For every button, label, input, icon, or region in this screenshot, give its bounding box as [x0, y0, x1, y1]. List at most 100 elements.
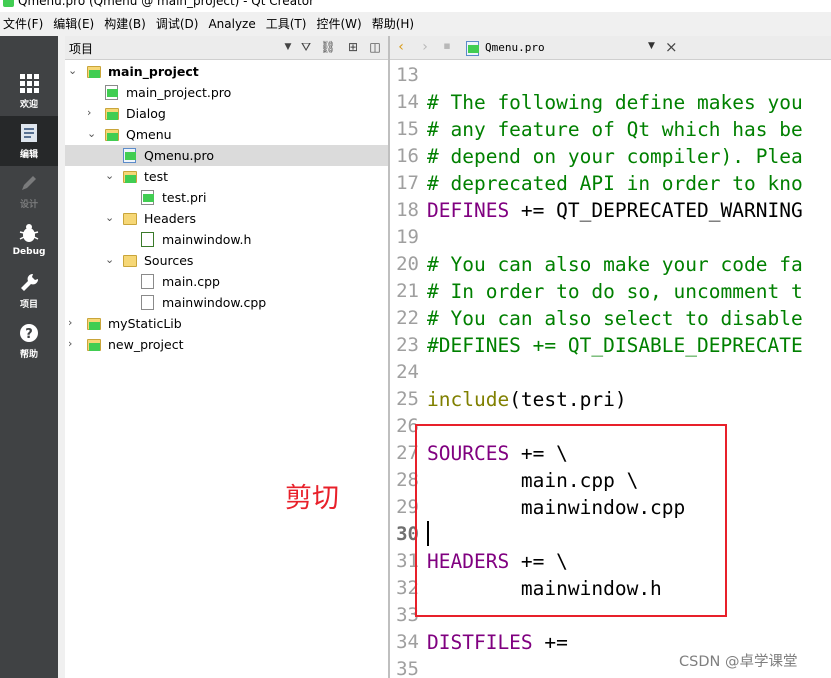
chevron-down-icon[interactable]: ▼ — [648, 41, 655, 51]
menu-tools[interactable]: 工具(T) — [263, 13, 314, 35]
filter-icon[interactable]: ⛛ — [297, 40, 315, 55]
code-text: #DEFINES += QT_DISABLE_DEPRECATE — [427, 334, 803, 357]
tree-item-sources[interactable]: ⌄ Sources — [65, 250, 388, 271]
line-number: 22 — [396, 307, 419, 329]
project-folder-icon — [87, 339, 101, 351]
forward-arrow-icon[interactable]: › — [418, 39, 432, 55]
tree-item-mainwindow-h[interactable]: mainwindow.h — [65, 229, 388, 250]
tree-item-label: Qmenu — [126, 127, 172, 142]
mode-debug[interactable]: Debug — [0, 216, 58, 266]
grid-icon — [20, 74, 39, 93]
line-number: 23 — [396, 334, 419, 356]
tree-item-label: mainwindow.h — [162, 232, 252, 247]
line-number: 16 — [396, 145, 419, 167]
code-line: # deprecated API in order to kno — [427, 170, 803, 197]
line-number: 21 — [396, 280, 419, 302]
menu-file[interactable]: 文件(F) — [0, 13, 50, 35]
code-line: # The following define makes you — [427, 89, 803, 116]
pro-file-icon — [105, 85, 118, 100]
line-number: 35 — [396, 658, 419, 678]
chevron-right-icon[interactable]: › — [68, 337, 80, 350]
code-line: # depend on your compiler). Plea — [427, 143, 803, 170]
mode-label: 编辑 — [19, 150, 38, 160]
code-line: # In order to do so, uncomment t — [427, 278, 803, 305]
tree-item-test[interactable]: ⌄ test — [65, 166, 388, 187]
code-line: # You can also select to disable — [427, 305, 803, 332]
tree-item-qmenu-pro[interactable]: Qmenu.pro — [65, 145, 388, 166]
tree-item-label: test.pri — [162, 190, 207, 205]
tree-item-label: Qmenu.pro — [144, 148, 214, 163]
chevron-down-icon[interactable]: ⌄ — [68, 64, 80, 77]
line-number: 34 — [396, 631, 419, 653]
project-view-selector[interactable]: 项目 — [69, 40, 93, 57]
project-folder-icon — [87, 66, 101, 78]
chevron-down-icon[interactable]: ⌄ — [105, 211, 117, 224]
chevron-down-icon[interactable]: ⌄ — [105, 169, 117, 182]
tree-item-label: main_project.pro — [126, 85, 232, 100]
mode-welcome[interactable]: 欢迎 — [0, 66, 58, 116]
header-file-icon — [141, 232, 154, 247]
close-icon[interactable]: × — [665, 38, 678, 56]
menu-debug[interactable]: 调试(D) — [153, 13, 206, 35]
menu-edit[interactable]: 编辑(E) — [50, 13, 101, 35]
lock-icon: ▪ — [443, 39, 451, 52]
tree-item-dialog[interactable]: › Dialog — [65, 103, 388, 124]
code-text: (test.pri) — [509, 388, 627, 411]
cut-annotation-label: 剪切 — [285, 483, 339, 514]
folder-icon — [123, 171, 137, 183]
code-line: # You can also make your code fa — [427, 251, 803, 278]
tree-item-main-cpp[interactable]: main.cpp — [65, 271, 388, 292]
chevron-down-icon[interactable]: ⌄ — [105, 253, 117, 266]
menu-build[interactable]: 构建(B) — [101, 13, 153, 35]
tree-item-qmenu[interactable]: ⌄ Qmenu — [65, 124, 388, 145]
menu-analyze[interactable]: Analyze — [205, 13, 262, 35]
help-icon: ? — [20, 324, 38, 342]
watermark: CSDN @卓学课堂 — [679, 654, 798, 670]
chevron-down-icon[interactable]: ▼ — [279, 42, 297, 52]
menu-help[interactable]: 帮助(H) — [369, 13, 421, 35]
mode-projects[interactable]: 项目 — [0, 266, 58, 316]
mode-label: 欢迎 — [19, 100, 38, 110]
mode-label: 帮助 — [19, 350, 38, 360]
chevron-right-icon[interactable]: › — [68, 316, 80, 329]
mode-design[interactable]: 设计 — [0, 166, 58, 216]
menu-controls[interactable]: 控件(W) — [313, 13, 368, 35]
code-text: # In order to do so, uncomment t — [427, 280, 803, 303]
tree-item-new-project[interactable]: › new_project — [65, 334, 388, 355]
tree-item-mystaticlib[interactable]: › myStaticLib — [65, 313, 388, 334]
menu-bar: 文件(F) 编辑(E) 构建(B) 调试(D) Analyze 工具(T) 控件… — [0, 12, 831, 36]
code-text: # depend on your compiler). Plea — [427, 145, 803, 168]
line-number: 15 — [396, 118, 419, 140]
tree-item-main-project[interactable]: ⌄ main_project — [65, 61, 388, 82]
open-file-name[interactable]: Qmenu.pro — [485, 41, 545, 54]
line-number: 24 — [396, 361, 419, 383]
project-tree: ⌄ main_project main_project.pro › Dialog… — [65, 60, 388, 678]
tree-item-label: mainwindow.cpp — [162, 295, 267, 310]
line-number: 17 — [396, 172, 419, 194]
tree-item-mainwindow-cpp[interactable]: mainwindow.cpp — [65, 292, 388, 313]
tree-item-label: main.cpp — [162, 274, 220, 289]
tree-item-test-pri[interactable]: test.pri — [65, 187, 388, 208]
function-token: include — [427, 388, 510, 411]
code-text: # You can also make your code fa — [427, 253, 803, 276]
split-icon[interactable]: ⊞ — [344, 40, 362, 54]
tree-item-label: Dialog — [126, 106, 166, 121]
project-folder-icon — [105, 108, 119, 120]
mode-edit[interactable]: 编辑 — [0, 116, 58, 166]
project-pane-toolbar: 项目 ▼ ⛛ ⛓ ⊞ ◫ — [65, 36, 388, 60]
document-icon — [21, 124, 37, 142]
close-pane-icon[interactable]: ◫ — [366, 40, 384, 54]
project-folder-icon — [87, 318, 101, 330]
mode-label: 项目 — [19, 300, 38, 310]
keyword-token: DISTFILES — [427, 631, 533, 654]
mode-help[interactable]: ? 帮助 — [0, 316, 58, 366]
chevron-down-icon[interactable]: ⌄ — [87, 127, 99, 140]
line-number: 18 — [396, 199, 419, 221]
chevron-right-icon[interactable]: › — [87, 106, 99, 119]
tree-item-main-project-pro[interactable]: main_project.pro — [65, 82, 388, 103]
back-arrow-icon[interactable]: ‹ — [394, 39, 408, 55]
qt-creator-logo-icon — [3, 0, 14, 7]
tree-item-headers[interactable]: ⌄ Headers — [65, 208, 388, 229]
sources-folder-icon — [123, 255, 137, 267]
link-icon[interactable]: ⛓ — [319, 40, 337, 54]
